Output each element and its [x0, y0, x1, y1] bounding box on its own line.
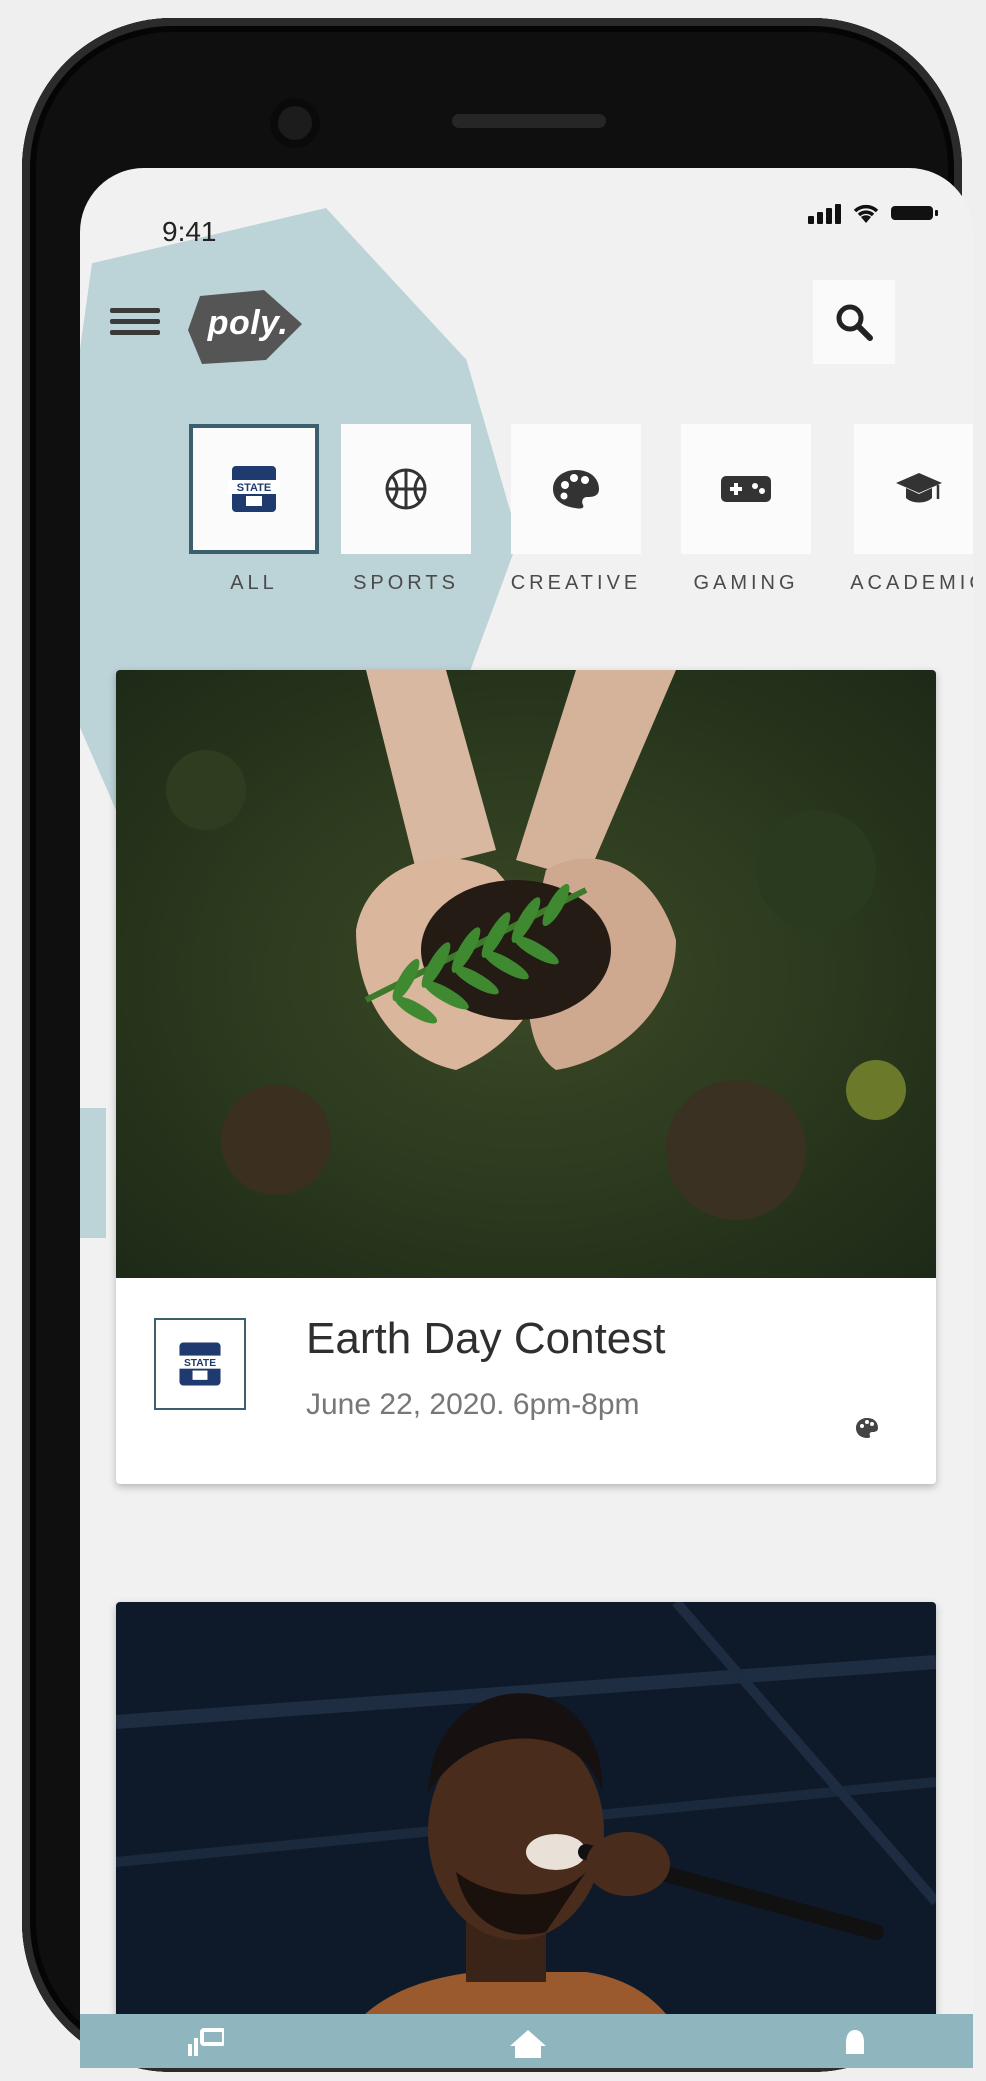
category-label: CREATIVE [510, 572, 642, 594]
status-bar: 9:41 [80, 168, 973, 247]
background-blob-small [80, 1108, 106, 1238]
category-academic[interactable]: ACADEMIC [839, 424, 973, 595]
organizer-logo: STATE [154, 1318, 246, 1410]
category-all[interactable]: STATE ALL [174, 424, 334, 595]
event-photo-singer [116, 1602, 936, 2068]
event-card[interactable]: STATE Earth Day Contest June 22, 2020. 6… [116, 670, 936, 1484]
wifi-icon [853, 204, 879, 223]
category-label: GAMING [693, 572, 799, 594]
category-label: SPORTS [353, 572, 459, 594]
signal-icon [808, 204, 841, 224]
bell-icon[interactable] [840, 2028, 870, 2058]
app-screen: 9:41 poly. STATE ALL SPORTS CREATIVE GAM… [80, 168, 973, 2068]
search-icon [836, 304, 873, 341]
battery-icon [891, 206, 938, 220]
home-icon[interactable] [508, 2028, 548, 2058]
category-tile: STATE [189, 424, 319, 554]
poly-logo: poly. [182, 286, 306, 366]
usu-logo-icon: STATE [228, 466, 280, 512]
bottom-navigation [80, 2014, 973, 2068]
event-info: STATE Earth Day Contest June 22, 2020. 6… [116, 1278, 936, 1484]
category-gaming[interactable]: GAMING [666, 424, 826, 595]
category-tile [854, 424, 973, 554]
graduation-cap-icon [896, 473, 942, 503]
usu-logo-icon: STATE [175, 1342, 225, 1386]
category-sports[interactable]: SPORTS [326, 424, 486, 595]
category-tile [341, 424, 471, 554]
category-label: ACADEMIC [850, 572, 973, 594]
category-creative[interactable]: CREATIVE [496, 424, 656, 595]
phone-frame: 9:41 poly. STATE ALL SPORTS CREATIVE GAM… [22, 18, 973, 2072]
event-image [116, 670, 936, 1278]
palette-icon [856, 1418, 878, 1438]
status-icons [808, 202, 938, 224]
front-camera [270, 98, 320, 148]
category-filter-bar: STATE ALL SPORTS CREATIVE GAMING ACADEMI [174, 424, 973, 604]
event-photo-seedling [116, 670, 936, 1278]
event-title: Earth Day Contest [306, 1314, 666, 1363]
basketball-icon [385, 468, 427, 510]
gamepad-icon [721, 476, 771, 502]
svg-text:STATE: STATE [237, 482, 271, 494]
status-time: 9:41 [162, 216, 217, 247]
logo-text: poly. [207, 304, 289, 342]
dashboard-icon[interactable] [188, 2028, 224, 2058]
event-date: June 22, 2020. 6pm-8pm [306, 1388, 640, 1421]
event-image [116, 1602, 936, 2068]
category-tile [511, 424, 641, 554]
search-button[interactable] [813, 280, 895, 364]
svg-text:STATE: STATE [184, 1358, 216, 1369]
category-label: ALL [230, 572, 278, 594]
earpiece-speaker [452, 114, 606, 128]
hamburger-menu-icon[interactable] [110, 308, 160, 344]
event-card[interactable] [116, 1602, 936, 2068]
category-tile [681, 424, 811, 554]
palette-icon [553, 470, 599, 509]
